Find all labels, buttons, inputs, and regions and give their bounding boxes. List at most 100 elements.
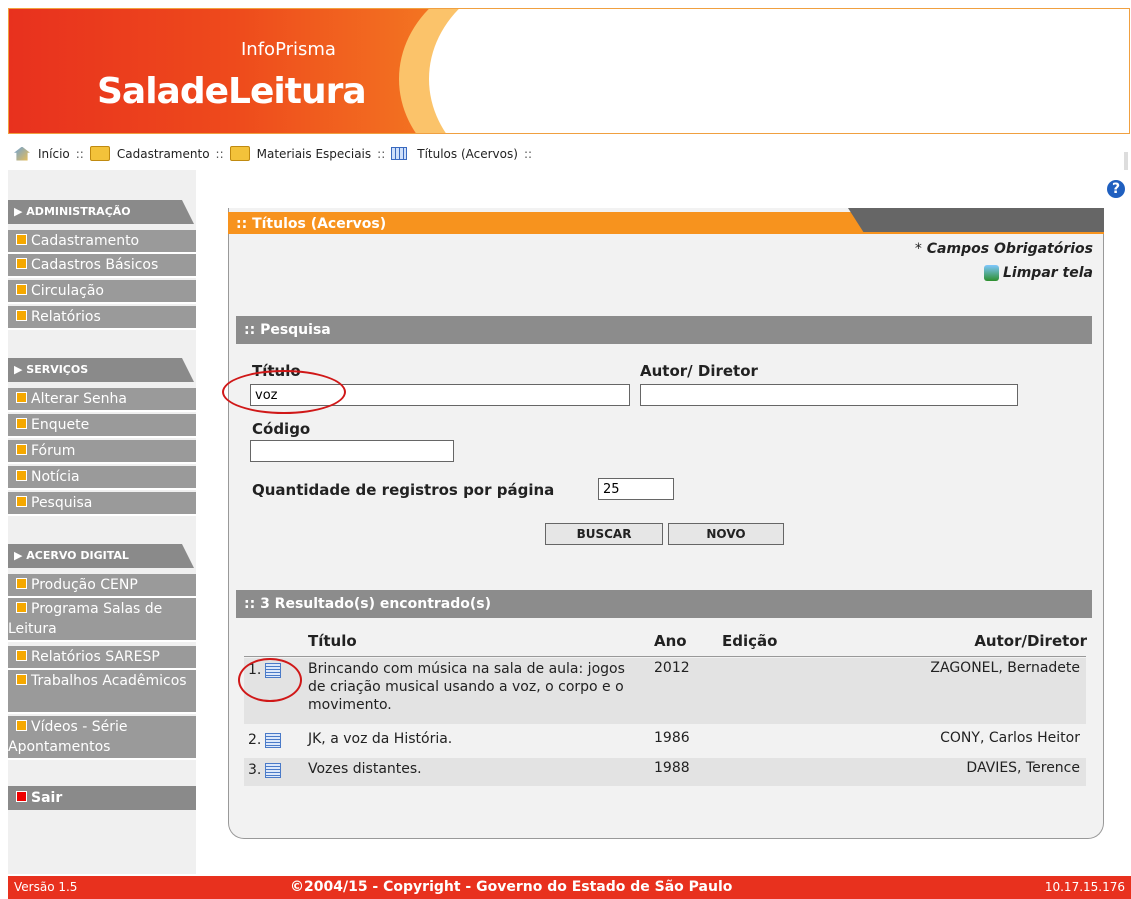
footer: Versão 1.5 ©2004/15 - Copyright - Govern… (8, 876, 1131, 899)
sidebar-item-trabalhos-academicos[interactable]: Trabalhos Acadêmicos (8, 670, 196, 714)
header-curve (429, 9, 689, 133)
sidebar-item-programa-salas[interactable]: Programa Salas de Leitura (8, 598, 196, 642)
col-header-ano: Ano (654, 632, 687, 650)
sidebar-section-acervo: ▶ ACERVO DIGITAL (8, 544, 194, 568)
autor-input[interactable] (640, 384, 1018, 406)
logo-infoprisma: InfoPrisma (241, 39, 336, 60)
bullet-icon (16, 674, 27, 685)
row-year: 1986 (654, 730, 690, 746)
version-label: Versão 1.5 (14, 880, 78, 894)
table-row[interactable]: 2. JK, a voz da História. 1986 CONY, Car… (244, 728, 1086, 754)
copyright-label: ©2004/15 - Copyright - Governo do Estado… (290, 879, 733, 895)
logo-sala-de-leitura: SaladeLeitura (97, 71, 367, 112)
record-icon[interactable] (265, 763, 281, 778)
panel-header-tab (848, 208, 1104, 232)
col-header-titulo: Título (308, 632, 357, 650)
grid-icon (391, 147, 408, 160)
folder-icon (89, 146, 110, 161)
sidebar-item-circulacao[interactable]: Circulação (8, 280, 196, 304)
section-title: ADMINISTRAÇÃO (26, 205, 131, 218)
breadcrumb-cadastramento[interactable]: Cadastramento (117, 147, 210, 161)
breadcrumb-titulos: Títulos (Acervos) (417, 146, 518, 161)
qty-input[interactable] (598, 478, 674, 500)
sidebar-item-pesquisa[interactable]: Pesquisa (8, 492, 196, 516)
item-label: Cadastramento (31, 233, 140, 249)
bullet-icon (16, 392, 27, 403)
col-header-edicao: Edição (722, 632, 778, 650)
item-label: Relatórios (31, 309, 101, 325)
table-row[interactable]: 3. Vozes distantes. 1988 DAVIES, Terence (244, 758, 1086, 786)
highlight-circle (222, 370, 346, 414)
logout-button[interactable]: Sair (8, 786, 196, 810)
col-header-autor: Autor/Diretor (974, 632, 1087, 650)
row-year: 2012 (654, 660, 690, 676)
bullet-icon (16, 470, 27, 481)
panel-header: :: Títulos (Acervos) (228, 208, 1104, 234)
breadcrumb-separator: :: (215, 146, 224, 161)
panel-title: :: Títulos (Acervos) (236, 216, 387, 232)
bullet-icon (16, 578, 27, 589)
bullet-icon (16, 444, 27, 455)
bullet-icon (16, 496, 27, 507)
breadcrumb: Início :: Cadastramento :: Materiais Esp… (14, 146, 534, 161)
item-label: Notícia (31, 469, 80, 485)
sidebar-item-cadastramento[interactable]: Cadastramento (8, 230, 196, 254)
item-label: Sair (31, 790, 63, 806)
sidebar-item-relatorios[interactable]: Relatórios (8, 306, 196, 330)
codigo-input[interactable] (250, 440, 454, 462)
header-divider (244, 656, 1086, 657)
clear-label: Limpar tela (1003, 265, 1093, 281)
row-number: 3. (248, 762, 262, 778)
item-label: Cadastros Básicos (31, 257, 159, 273)
sidebar-item-videos-serie[interactable]: Vídeos - Série Apontamentos (8, 716, 196, 760)
sidebar-item-cadastros-basicos[interactable]: Cadastros Básicos (8, 254, 196, 278)
row-year: 1988 (654, 760, 690, 776)
sidebar-item-noticia[interactable]: Notícia (8, 466, 196, 490)
breadcrumb-separator: :: (75, 146, 84, 161)
sidebar-item-forum[interactable]: Fórum (8, 440, 196, 464)
divider (1124, 152, 1128, 170)
sidebar-item-enquete[interactable]: Enquete (8, 414, 196, 438)
row-title: Brincando com música na sala de aula: jo… (308, 661, 625, 713)
app-header: InfoPrisma SaladeLeitura (8, 8, 1130, 134)
highlight-circle (238, 658, 302, 702)
bullet-icon (16, 418, 27, 429)
item-label: Enquete (31, 417, 90, 433)
record-icon[interactable] (265, 733, 281, 748)
bullet-icon (16, 602, 27, 613)
required-fields-note: * Campos Obrigatórios (915, 241, 1093, 257)
breadcrumb-materiais[interactable]: Materiais Especiais (257, 147, 372, 161)
item-label: Programa Salas de Leitura (8, 601, 163, 637)
bullet-icon (16, 650, 27, 661)
breadcrumb-separator: :: (377, 146, 386, 161)
item-label: Pesquisa (31, 495, 93, 511)
table-row[interactable]: 1. Brincando com música na sala de aula:… (244, 658, 1086, 724)
bullet-icon (16, 258, 27, 269)
help-icon[interactable]: ? (1107, 180, 1125, 198)
row-title: Vozes distantes. (308, 761, 422, 777)
qty-label: Quantidade de registros por página (252, 481, 555, 499)
item-label: Circulação (31, 283, 104, 299)
asterisk: * (914, 241, 922, 257)
novo-button[interactable]: NOVO (668, 523, 784, 545)
sidebar-item-producao-cenp[interactable]: Produção CENP (8, 574, 196, 598)
item-label: Trabalhos Acadêmicos (31, 673, 187, 689)
bullet-icon (16, 284, 27, 295)
buscar-button[interactable]: BUSCAR (545, 523, 663, 545)
ip-label: 10.17.15.176 (1044, 880, 1125, 894)
sidebar-item-relatorios-saresp[interactable]: Relatórios SARESP (8, 646, 196, 670)
clear-screen-link[interactable]: Limpar tela (984, 265, 1093, 281)
row-author: DAVIES, Terence (966, 760, 1080, 776)
row-author: CONY, Carlos Heitor (940, 730, 1080, 746)
sidebar-item-alterar-senha[interactable]: Alterar Senha (8, 388, 196, 412)
item-label: Produção CENP (31, 577, 138, 593)
recycle-icon (984, 265, 999, 281)
sidebar-section-servicos: ▶ SERVIÇOS (8, 358, 194, 382)
folder-icon (229, 146, 250, 161)
required-label: Campos Obrigatórios (926, 241, 1093, 257)
results-section-header: :: 3 Resultado(s) encontrado(s) (236, 590, 1092, 618)
autor-label: Autor/ Diretor (640, 362, 758, 380)
search-section-header: :: Pesquisa (236, 316, 1092, 344)
home-icon (14, 146, 30, 161)
breadcrumb-inicio[interactable]: Início (38, 147, 70, 161)
